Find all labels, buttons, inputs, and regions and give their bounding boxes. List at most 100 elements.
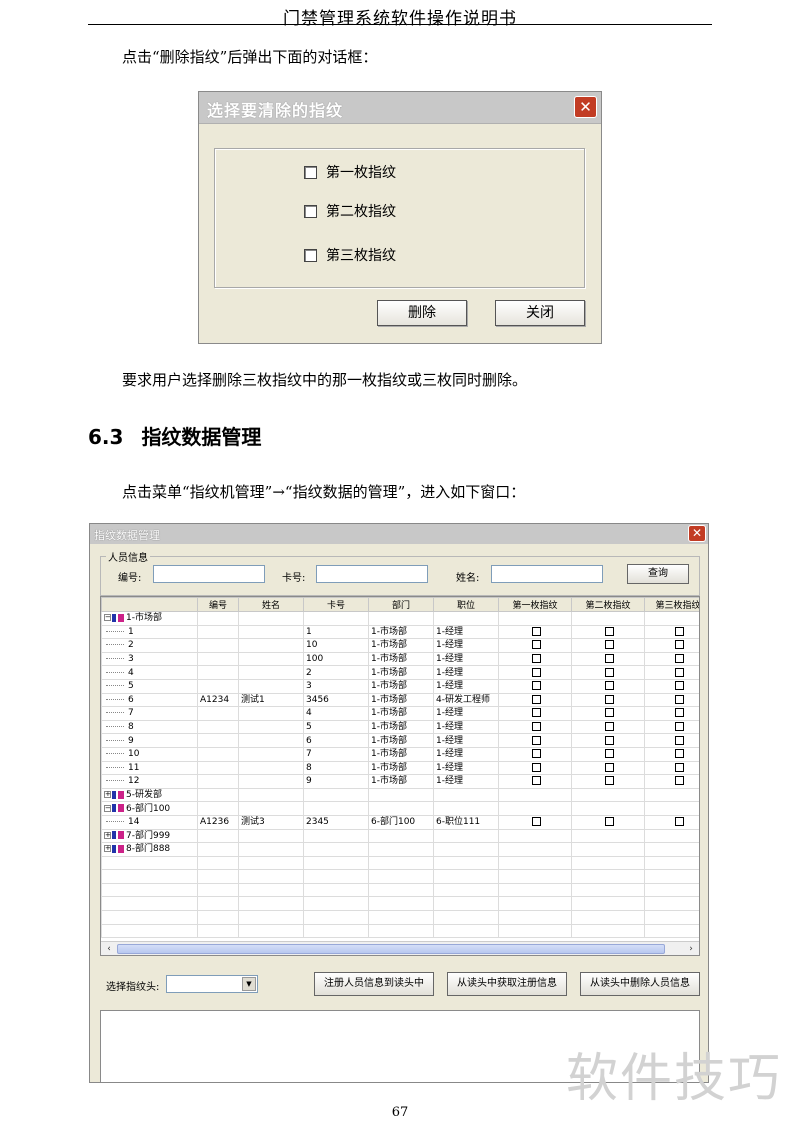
fingerprint-checkbox[interactable]	[604, 722, 614, 732]
table-row[interactable]: 1 1 1-市场部 1-经理	[101, 624, 699, 640]
tree-cell[interactable]: − 1-市场部	[101, 611, 198, 626]
fingerprint-checkbox[interactable]	[604, 654, 614, 664]
fingerprint-checkbox[interactable]	[674, 722, 684, 732]
table-row[interactable]: 4 2 1-市场部 1-经理	[101, 665, 699, 680]
fingerprint-checkbox[interactable]	[604, 762, 614, 772]
tree-cell[interactable]: +7-部门999	[101, 828, 198, 844]
column-header[interactable]	[101, 597, 198, 612]
table-row[interactable]: 7 4 1-市场部 1-经理	[101, 706, 699, 721]
fingerprint-checkbox[interactable]	[531, 654, 541, 664]
checkbox-third[interactable]	[304, 248, 317, 262]
column-header[interactable]: 第三枚指纹	[644, 597, 699, 612]
tree-cell[interactable]: 14	[101, 814, 198, 830]
collapse-icon[interactable]: −	[104, 804, 111, 812]
dept-row[interactable]: +7-部门999	[101, 828, 699, 844]
column-header[interactable]: 职位	[433, 597, 499, 612]
column-header[interactable]: 第二枚指纹	[571, 597, 645, 612]
table-row[interactable]: 10 7 1-市场部 1-经理	[101, 746, 699, 762]
card-input[interactable]	[316, 565, 428, 583]
remove-from-reader-button[interactable]: 从读头中删除人员信息	[580, 972, 700, 996]
tree-cell[interactable]: 1	[101, 624, 198, 640]
close-button[interactable]: 关闭	[495, 300, 585, 326]
fingerprint-checkbox[interactable]	[674, 667, 684, 677]
tree-cell[interactable]: 2	[101, 638, 198, 653]
fingerprint-checkbox[interactable]	[604, 694, 614, 704]
fingerprint-checkbox[interactable]	[674, 735, 684, 745]
fingerprint-checkbox[interactable]	[604, 776, 614, 786]
fingerprint-checkbox[interactable]	[531, 749, 541, 759]
dept-row[interactable]: − 6-部门100	[101, 801, 699, 816]
chevron-down-icon[interactable]: ▼	[242, 977, 256, 991]
column-header[interactable]: 部门	[368, 597, 434, 612]
column-header[interactable]: 编号	[197, 597, 239, 612]
id-input[interactable]	[153, 565, 265, 583]
fingerprint-checkbox[interactable]	[531, 735, 541, 745]
fingerprint-checkbox[interactable]	[674, 640, 684, 650]
collapse-icon[interactable]: −	[104, 614, 111, 622]
fingerprint-checkbox[interactable]	[674, 654, 684, 664]
horizontal-scrollbar[interactable]: ‹ ›	[101, 941, 699, 955]
fingerprint-checkbox[interactable]	[531, 722, 541, 732]
close-icon[interactable]: ✕	[574, 96, 597, 118]
table-row[interactable]: 11 8 1-市场部 1-经理	[101, 760, 699, 776]
table-row[interactable]: 5 3 1-市场部 1-经理	[101, 678, 699, 694]
fingerprint-checkbox[interactable]	[674, 708, 684, 718]
fingerprint-checkbox[interactable]	[604, 626, 614, 636]
tree-cell[interactable]: 11	[101, 760, 198, 776]
table-row[interactable]: 8 5 1-市场部 1-经理	[101, 719, 699, 735]
checkbox-first[interactable]	[304, 165, 317, 179]
fingerprint-checkbox[interactable]	[674, 626, 684, 636]
tree-cell[interactable]: +8-部门888	[101, 842, 198, 857]
dept-row[interactable]: +5-研发部	[101, 787, 699, 803]
fingerprint-checkbox[interactable]	[604, 708, 614, 718]
option-second-fingerprint[interactable]: 第二枚指纹	[304, 201, 396, 221]
fetch-from-reader-button[interactable]: 从读头中获取注册信息	[447, 972, 567, 996]
expand-icon[interactable]: +	[104, 845, 111, 853]
table-row[interactable]: 2 10 1-市场部 1-经理	[101, 638, 699, 653]
tree-cell[interactable]: 10	[101, 746, 198, 762]
register-to-reader-button[interactable]: 注册人员信息到读头中	[314, 972, 434, 996]
fingerprint-checkbox[interactable]	[531, 708, 541, 718]
reader-select[interactable]: ▼	[166, 975, 258, 993]
fingerprint-checkbox[interactable]	[531, 640, 541, 650]
expand-icon[interactable]: +	[104, 831, 111, 839]
fingerprint-checkbox[interactable]	[674, 762, 684, 772]
tree-cell[interactable]: 9	[101, 733, 198, 748]
option-first-fingerprint[interactable]: 第一枚指纹	[304, 162, 396, 182]
table-row[interactable]: 9 6 1-市场部 1-经理	[101, 733, 699, 748]
tree-cell[interactable]: +5-研发部	[101, 787, 198, 803]
fingerprint-checkbox[interactable]	[674, 694, 684, 704]
fingerprint-checkbox[interactable]	[531, 694, 541, 704]
fingerprint-checkbox[interactable]	[531, 681, 541, 691]
fingerprint-checkbox[interactable]	[604, 681, 614, 691]
tree-cell[interactable]: 5	[101, 678, 198, 694]
expand-icon[interactable]: +	[104, 791, 111, 799]
fingerprint-checkbox[interactable]	[531, 667, 541, 677]
column-header[interactable]: 第一枚指纹	[498, 597, 572, 612]
table-row[interactable]: 12 9 1-市场部 1-经理	[101, 774, 699, 789]
fingerprint-checkbox[interactable]	[604, 735, 614, 745]
scroll-left-icon[interactable]: ‹	[102, 943, 116, 955]
tree-cell[interactable]: 12	[101, 774, 198, 789]
scroll-thumb[interactable]	[117, 944, 665, 954]
query-button[interactable]: 查询	[627, 564, 689, 584]
fingerprint-checkbox[interactable]	[531, 776, 541, 786]
table-row[interactable]: 3 100 1-市场部 1-经理	[101, 651, 699, 667]
column-header[interactable]: 姓名	[238, 597, 304, 612]
fingerprint-checkbox[interactable]	[604, 749, 614, 759]
fingerprint-checkbox[interactable]	[674, 681, 684, 691]
name-input[interactable]	[491, 565, 603, 583]
scroll-right-icon[interactable]: ›	[684, 943, 698, 955]
tree-cell[interactable]: 6	[101, 692, 198, 708]
fingerprint-checkbox[interactable]	[674, 817, 684, 827]
fingerprint-checkbox[interactable]	[531, 626, 541, 636]
tree-cell[interactable]: − 6-部门100	[101, 801, 198, 816]
fingerprint-checkbox[interactable]	[674, 749, 684, 759]
tree-cell[interactable]: 4	[101, 665, 198, 680]
close-icon[interactable]: ✕	[688, 525, 706, 542]
fingerprint-checkbox[interactable]	[674, 776, 684, 786]
table-row[interactable]: 14 A1236 测试3 2345 6-部门100 6-职位111	[101, 814, 699, 830]
fingerprint-checkbox[interactable]	[604, 817, 614, 827]
fingerprint-checkbox[interactable]	[604, 667, 614, 677]
fingerprint-checkbox[interactable]	[531, 817, 541, 827]
